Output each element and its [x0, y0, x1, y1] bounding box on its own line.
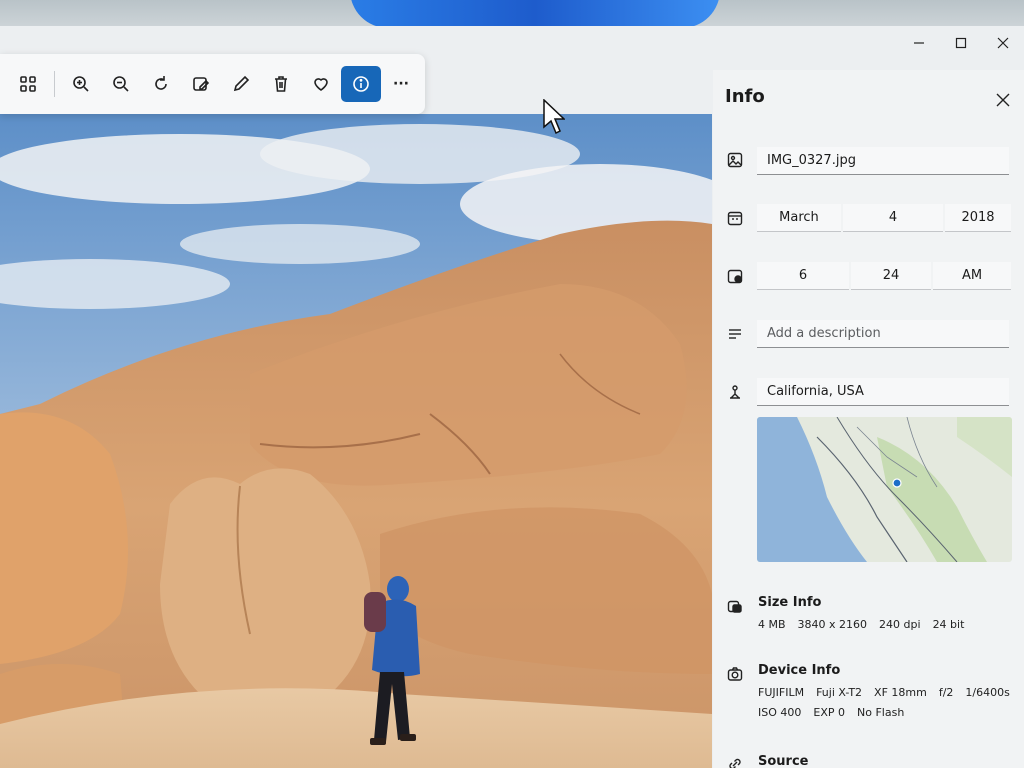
rotate-icon — [155, 76, 167, 90]
lens-value: XF 18mm — [874, 686, 927, 699]
close-info-panel-button[interactable] — [996, 92, 1010, 107]
draw-icon — [233, 75, 250, 92]
delete-icon — [275, 76, 287, 92]
zoom-in-button[interactable] — [61, 66, 101, 102]
device-info-line-2: ISO 400 EXP 0 No Flash — [758, 706, 904, 719]
rotate-button[interactable] — [141, 66, 181, 102]
more-button[interactable]: ··· — [381, 66, 421, 102]
link-icon — [727, 756, 743, 768]
edit-image-icon — [193, 77, 210, 91]
camera-icon — [727, 666, 743, 682]
camera-make-value: FUJIFILM — [758, 686, 805, 699]
more-icon: ··· — [393, 76, 409, 92]
size-info-title: Size Info — [758, 595, 822, 610]
dpi-value: 240 dpi — [879, 618, 921, 631]
clock-icon — [727, 268, 743, 284]
exposure-value: EXP 0 — [813, 706, 846, 719]
date-year-picker[interactable]: 2018 — [945, 204, 1011, 232]
maximize-icon — [955, 37, 967, 49]
zoom-out-icon — [113, 76, 129, 92]
device-info-title: Device Info — [758, 663, 841, 678]
zoom-out-button[interactable] — [101, 66, 141, 102]
shutter-speed-value: 1/6400s — [965, 686, 1010, 699]
aperture-value: f/2 — [938, 686, 954, 699]
title-bar — [884, 26, 1024, 60]
time-hour-picker[interactable]: 6 — [757, 262, 849, 290]
resolution-value: 3840 x 2160 — [797, 618, 868, 631]
description-input[interactable]: Add a description — [757, 320, 1009, 348]
file-name-field[interactable]: IMG_0327.jpg — [757, 147, 1009, 175]
bit-depth-value: 24 bit — [932, 618, 965, 631]
location-field[interactable]: California, USA — [757, 378, 1009, 406]
date-day-picker[interactable]: 4 — [843, 204, 943, 232]
iso-value: ISO 400 — [758, 706, 802, 719]
flash-value: No Flash — [857, 706, 905, 719]
mouse-cursor-icon — [543, 99, 565, 135]
favorite-button[interactable] — [301, 66, 341, 102]
source-title: Source — [758, 754, 809, 768]
size-info-values: 4 MB 3840 x 2160 240 dpi 24 bit — [758, 618, 964, 631]
device-info-line-1: FUJIFILM Fuji X-T2 XF 18mm f/2 1/6400s — [758, 686, 1010, 699]
image-icon — [727, 152, 743, 168]
location-icon — [727, 384, 743, 400]
heart-icon — [314, 78, 328, 91]
info-panel-title: Info — [725, 86, 765, 107]
description-icon — [727, 326, 743, 342]
time-period-picker[interactable]: AM — [933, 262, 1011, 290]
time-minute-picker[interactable]: 24 — [851, 262, 931, 290]
maximize-button[interactable] — [940, 26, 982, 60]
minimize-icon — [914, 42, 924, 44]
wallpaper-logo — [350, 0, 720, 28]
edit-image-button[interactable] — [181, 66, 221, 102]
date-month-picker[interactable]: March — [757, 204, 841, 232]
toolbar-divider — [54, 71, 55, 97]
close-window-button[interactable] — [982, 26, 1024, 60]
draw-button[interactable] — [221, 66, 261, 102]
gallery-button[interactable] — [8, 66, 48, 102]
desert-rock-photo — [0, 114, 712, 768]
delete-button[interactable] — [261, 66, 301, 102]
minimize-button[interactable] — [898, 26, 940, 60]
photo-toolbar: ··· — [0, 54, 425, 114]
info-panel: Info IMG_0327.jpg March 4 2018 6 24 AM A… — [713, 70, 1024, 768]
info-button[interactable] — [341, 66, 381, 102]
camera-model-value: Fuji X-T2 — [816, 686, 863, 699]
photo-view[interactable] — [0, 114, 712, 768]
photos-app-window: ··· Info IMG_0327.jpg March 4 2018 6 24 — [0, 26, 1024, 768]
map-image — [757, 417, 1012, 562]
gallery-icon — [20, 76, 36, 92]
size-info-icon — [727, 598, 743, 614]
close-icon — [997, 37, 1009, 49]
close-icon — [996, 93, 1010, 107]
location-map[interactable] — [757, 417, 1012, 562]
info-icon — [353, 76, 369, 92]
zoom-in-icon — [73, 76, 89, 92]
file-size-value: 4 MB — [758, 618, 786, 631]
calendar-icon — [727, 210, 743, 226]
